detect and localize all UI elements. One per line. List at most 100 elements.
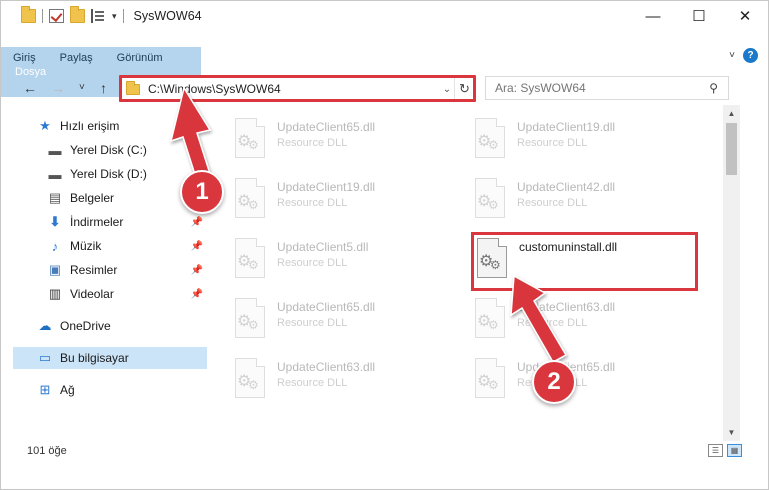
sidebar-item-network[interactable]: ⊞ Ağ bbox=[13, 379, 207, 401]
scrollbar-thumb[interactable] bbox=[726, 123, 737, 175]
list-item[interactable]: ⚙ ⚙ UpdateClient42.dll Resource DLL bbox=[471, 175, 671, 225]
list-item[interactable]: ⚙⚙ UpdateClient65.dll Resource DLL bbox=[231, 115, 431, 165]
sidebar-item-music[interactable]: ♪ Müzik 📌 bbox=[13, 235, 207, 257]
file-type: Resource DLL bbox=[277, 137, 348, 149]
view-switcher: ☰ ▦ bbox=[708, 444, 742, 457]
list-item[interactable]: ⚙ ⚙ UpdateClient63.dll Resource DLL bbox=[471, 295, 671, 345]
file-name: UpdateClient19.dll bbox=[277, 180, 376, 194]
sidebar-item-downloads[interactable]: ⬇ İndirmeler 📌 bbox=[13, 211, 207, 233]
toolbar-divider bbox=[42, 9, 43, 23]
dll-file-icon: ⚙ ⚙ bbox=[231, 295, 269, 343]
cloud-icon: ☁ bbox=[38, 318, 52, 333]
pin-icon[interactable]: 📌 bbox=[191, 265, 203, 276]
step-number-1: 1 bbox=[180, 170, 224, 214]
dll-file-icon: ⚙ ⚙ bbox=[231, 115, 269, 163]
list-item[interactable]: ⚙ ⚙ UpdateClient19.dll Resource DLL bbox=[471, 115, 671, 165]
file-name: UpdateClient19.dll bbox=[517, 120, 616, 134]
navigation-pane: ★ Hızlı erişim ▬ Yerel Disk (C:) 📌 ▬ Yer… bbox=[13, 111, 209, 431]
file-name: UpdateClient63.dll bbox=[517, 300, 616, 314]
download-icon: ⬇ bbox=[49, 214, 61, 229]
star-icon: ★ bbox=[39, 118, 51, 133]
address-highlight-box bbox=[119, 75, 476, 102]
list-item[interactable]: ⚙ ⚙ UpdateClient5.dll Resource DLL bbox=[231, 235, 431, 285]
sidebar-item-disk-d[interactable]: ▬ Yerel Disk (D:) bbox=[13, 163, 207, 185]
sidebar-item-label: Hızlı erişim bbox=[60, 119, 120, 133]
back-arrow-icon[interactable]: ← bbox=[23, 80, 37, 96]
sidebar-item-label: Belgeler bbox=[70, 191, 115, 205]
search-icon[interactable]: ⚲ bbox=[709, 81, 718, 95]
large-icons-view-icon[interactable]: ▦ bbox=[727, 444, 742, 457]
close-button[interactable]: ✕ bbox=[722, 1, 768, 31]
sidebar-item-label: Resimler bbox=[70, 263, 118, 277]
properties-check-icon[interactable] bbox=[49, 9, 64, 23]
pin-icon[interactable]: 📌 bbox=[191, 289, 203, 300]
customize-toolbar-arrow-icon[interactable]: ▾ bbox=[112, 11, 117, 22]
vertical-scrollbar[interactable]: ▲ ▼ bbox=[723, 105, 740, 441]
file-type: Resource DLL bbox=[277, 197, 348, 209]
sidebar-item-this-pc[interactable]: ▭ Bu bilgisayar bbox=[13, 347, 207, 369]
minimize-button[interactable]: — bbox=[630, 1, 676, 31]
file-type: Resource DLL bbox=[277, 317, 348, 329]
file-type: Resource DLL bbox=[277, 257, 348, 269]
file-name: UpdateClient42.dll bbox=[517, 180, 616, 194]
scroll-down-icon[interactable]: ▼ bbox=[723, 424, 740, 441]
step-number-2: 2 bbox=[532, 360, 576, 404]
help-icon[interactable]: ? bbox=[743, 48, 758, 63]
file-name: UpdateClient65.dll bbox=[277, 120, 376, 134]
forward-arrow-icon[interactable]: → bbox=[51, 80, 65, 96]
sidebar-item-label: Bu bilgisayar bbox=[60, 351, 129, 365]
list-item[interactable]: ⚙ ⚙ UpdateClient19.dll Resource DLL bbox=[231, 175, 431, 225]
dll-file-icon: ⚙ ⚙ bbox=[471, 295, 509, 343]
folder-icon bbox=[21, 6, 36, 23]
file-name: UpdateClient65.dll bbox=[277, 300, 376, 314]
search-box[interactable]: ⚲ bbox=[485, 76, 729, 100]
network-icon: ⊞ bbox=[39, 382, 51, 397]
dll-file-icon: ⚙ ⚙ bbox=[231, 355, 269, 403]
sidebar-item-label: İndirmeler bbox=[70, 215, 124, 229]
sidebar-item-pictures[interactable]: ▣ Resimler 📌 bbox=[13, 259, 207, 281]
pin-icon[interactable]: 📌 bbox=[191, 145, 203, 156]
search-input[interactable] bbox=[495, 81, 695, 95]
sidebar-item-onedrive[interactable]: ☁ OneDrive bbox=[13, 315, 207, 337]
file-type: Resource DLL bbox=[517, 197, 588, 209]
music-icon: ♪ bbox=[51, 238, 59, 254]
file-type: Resource DLL bbox=[517, 137, 588, 149]
sidebar-item-label: Yerel Disk (C:) bbox=[70, 143, 147, 157]
sidebar-item-videos[interactable]: ▥ Videolar 📌 bbox=[13, 283, 207, 305]
details-view-icon[interactable]: ☰ bbox=[708, 444, 723, 457]
file-name: UpdateClient5.dll bbox=[277, 240, 369, 254]
sidebar-item-quick-access[interactable]: ★ Hızlı erişim bbox=[13, 115, 207, 137]
up-arrow-icon[interactable]: ↑ bbox=[100, 80, 107, 96]
dll-file-icon: ⚙ ⚙ bbox=[471, 175, 509, 223]
maximize-button[interactable]: ☐ bbox=[676, 1, 722, 31]
expand-ribbon-icon[interactable]: ˅ bbox=[729, 50, 735, 61]
pictures-icon: ▣ bbox=[48, 262, 62, 277]
new-folder-icon[interactable] bbox=[70, 6, 85, 23]
sidebar-item-label: Yerel Disk (D:) bbox=[70, 167, 147, 181]
explorer-window: ▾ SysWOW64 — ☐ ✕ Dosya Giriş Paylaş Görü… bbox=[0, 0, 769, 490]
item-count: 101 öğe bbox=[27, 445, 67, 457]
videos-icon: ▥ bbox=[48, 286, 62, 301]
sidebar-item-label: OneDrive bbox=[60, 319, 111, 333]
pin-icon[interactable]: 📌 bbox=[191, 217, 203, 228]
sidebar-item-label: Ağ bbox=[60, 383, 75, 397]
file-highlight-box bbox=[471, 232, 698, 291]
window-controls: — ☐ ✕ bbox=[630, 1, 768, 31]
drive-icon: ▬ bbox=[48, 166, 62, 182]
dll-file-icon: ⚙ ⚙ bbox=[231, 235, 269, 283]
list-item[interactable]: ⚙ ⚙ UpdateClient63.dll Resource DLL bbox=[231, 355, 431, 405]
ribbon-tabs: Dosya Giriş Paylaş Görünüm bbox=[1, 47, 201, 97]
sidebar-item-disk-c[interactable]: ▬ Yerel Disk (C:) 📌 bbox=[13, 139, 207, 161]
dll-file-icon: ⚙ ⚙ bbox=[471, 355, 509, 403]
recent-locations-icon[interactable]: ˅ bbox=[79, 82, 85, 93]
customize-list-icon[interactable] bbox=[91, 9, 106, 23]
ribbon-right: ˅ ? bbox=[729, 48, 758, 63]
toolbar-divider bbox=[122, 9, 124, 23]
list-item[interactable]: ⚙⚙ UpdateClient65.dll Resource DLL bbox=[231, 295, 431, 345]
quick-access-toolbar: ▾ bbox=[1, 1, 124, 31]
pin-icon[interactable]: 📌 bbox=[191, 241, 203, 252]
scroll-up-icon[interactable]: ▲ bbox=[723, 105, 740, 122]
dll-file-icon: ⚙ ⚙ bbox=[231, 175, 269, 223]
sidebar-item-documents[interactable]: ▤ Belgeler 📌 bbox=[13, 187, 207, 209]
sidebar-item-label: Müzik bbox=[70, 239, 102, 253]
